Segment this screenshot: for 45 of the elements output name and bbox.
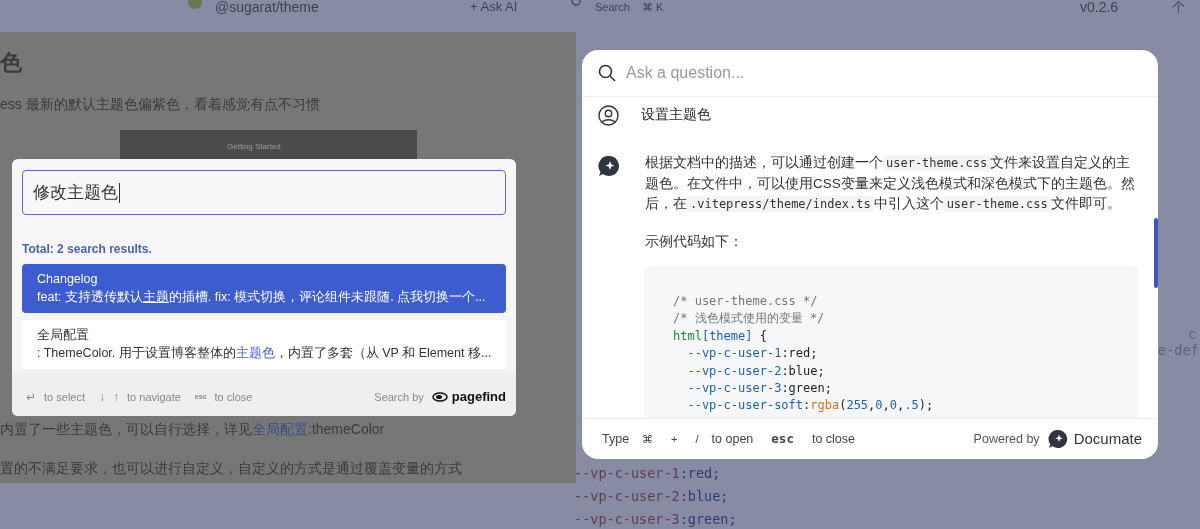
assistant-icon xyxy=(598,155,620,177)
eye-icon xyxy=(431,392,448,402)
brand-name[interactable]: Documate xyxy=(1073,427,1142,451)
site-name[interactable]: @sugarat/theme xyxy=(215,0,319,14)
shortcut-hint: to close xyxy=(811,430,855,448)
code-block: /* user-theme.css */ /* 浅色模式使用的变量 */ html[theme] { --vp-c-user-1:red; --vp-c-user-2:blue; --vp-c-user-3:green; --vp-c-user-soft:rgba(255,0,0,.5); xyxy=(645,266,1138,418)
answer-text: 示例代码如下： xyxy=(645,232,744,251)
menu-item[interactable]: 个 xyxy=(1172,0,1185,14)
user-icon xyxy=(598,105,619,126)
article-text: 置的不满足要求，也可以进行自定义，自定义的方式是通过覆盖变量的方式 xyxy=(0,459,462,478)
shortcut-hint: ⌘ xyxy=(642,431,654,447)
question-text: 设置主题色 xyxy=(641,106,711,125)
brand-name[interactable]: pagefind xyxy=(451,387,506,407)
shortcut-hint: / xyxy=(695,431,699,447)
shortcut-hint: Type xyxy=(602,430,630,448)
scrollbar-thumb[interactable] xyxy=(1154,218,1158,288)
search-label[interactable]: Search xyxy=(595,0,630,14)
code-line: --vp-c-user-2:blue; xyxy=(574,488,729,505)
ask-ai-button[interactable]: + Ask AI xyxy=(470,0,518,14)
credit-label: Powered by xyxy=(973,430,1040,448)
hint-label: to close xyxy=(214,389,253,405)
shortcut-hint: + xyxy=(671,431,678,447)
version-label[interactable]: v0.2.6 xyxy=(1080,0,1119,14)
search-result[interactable]: Changelog feat: 支持透传默认主题的插槽. fix: 模式切换，评论组件未跟随. 点我切换一个... xyxy=(22,264,506,313)
shortcut-hint: esc xyxy=(771,429,794,448)
logo-icon xyxy=(186,0,204,10)
article-heading: 色 xyxy=(0,49,22,77)
code-line: --vp-c-user-1:red; xyxy=(574,465,721,482)
documate-logo-icon xyxy=(1047,429,1068,449)
key-hint: ↵ xyxy=(26,389,37,406)
credit-label: Search by xyxy=(374,389,424,405)
result-count: Total: 2 search results. xyxy=(22,241,153,258)
hint-label: to navigate xyxy=(127,389,181,405)
search-result[interactable]: 全局配置 : ThemeColor. 用于设置博客整体的主题色，内置了多套（从 VP 和 Element 移... xyxy=(22,320,506,369)
code-line: --vp-c-user-3:green; xyxy=(574,511,737,528)
shortcut-hint: to open xyxy=(711,430,754,448)
answer-text: 根据文档中的描述，可以通过创建一个 user-theme.css 文件来设置自定义的主题色。在文件中，可以使用CSS变量来定义浅色模式和深色模式下的主题色。然后，在 .vitepress/theme/index.ts 中引入这个 user-theme.css 文件即可。 xyxy=(645,154,1136,214)
page-title: Getting Started xyxy=(227,141,281,153)
hint-label: to select xyxy=(44,389,86,405)
key-hint: ↑ xyxy=(113,389,120,406)
search-icon[interactable] xyxy=(571,0,581,8)
search-icon xyxy=(598,64,616,82)
key-hint: ↓ xyxy=(99,389,106,406)
shortcut-label: ⌘ K xyxy=(642,0,664,14)
search-field[interactable]: 修改主题色 xyxy=(22,170,506,215)
